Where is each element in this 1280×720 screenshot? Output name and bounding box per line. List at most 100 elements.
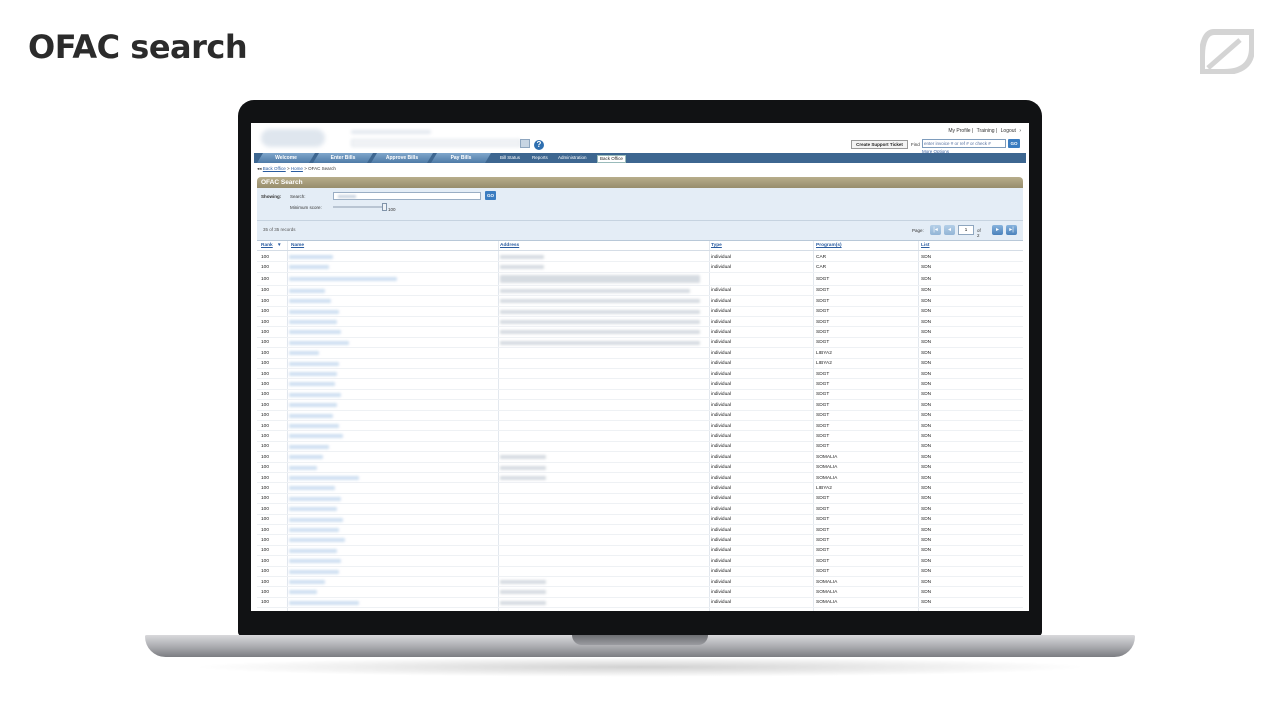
help-icon[interactable]: ?	[534, 140, 544, 150]
table-row[interactable]: 100 individual SDGT SDN	[257, 338, 1023, 349]
table-row[interactable]: 100 individual LIBYA2 SDN	[257, 483, 1023, 494]
cell-name-redacted[interactable]	[289, 277, 397, 282]
cell-name-redacted[interactable]	[289, 517, 343, 522]
table-row[interactable]: 100 individual SDGT SDN	[257, 296, 1023, 307]
cell-name-redacted[interactable]	[289, 403, 337, 408]
table-row[interactable]: 100 individual SDGT SDN	[257, 556, 1023, 567]
table-row[interactable]: 100 individual SDGT SDN	[257, 307, 1023, 317]
cell-name-redacted[interactable]	[289, 465, 317, 470]
tab-enter-bills[interactable]: Enter Bills	[313, 153, 373, 163]
header-programs[interactable]: Program(s)	[816, 243, 842, 248]
cell-name-redacted[interactable]	[289, 455, 323, 460]
nav-bill-status[interactable]: Bill Status	[500, 155, 520, 161]
min-score-slider[interactable]	[333, 206, 385, 208]
cell-name-redacted[interactable]	[289, 361, 339, 366]
cell-name-redacted[interactable]	[289, 265, 329, 270]
table-row[interactable]: 100 individual SDGT SDN	[257, 317, 1023, 328]
table-row[interactable]: 100 individual SDGT SDN	[257, 286, 1023, 297]
first-page-icon[interactable]: |◂	[930, 225, 941, 235]
table-row[interactable]: 100 individual SDGT SDN	[257, 567, 1023, 577]
nav-back-office[interactable]: Back Office	[597, 155, 626, 163]
search-go-button[interactable]: GO	[485, 191, 496, 200]
table-row[interactable]: 100 individual SDGT SDN	[257, 546, 1023, 557]
header-name[interactable]: Name	[291, 243, 304, 248]
cell-name-redacted[interactable]	[289, 590, 317, 595]
cell-name-redacted[interactable]	[289, 372, 337, 376]
header-address[interactable]: Address	[500, 243, 519, 248]
last-page-icon[interactable]: ▸|	[1006, 225, 1017, 235]
cell-name-redacted[interactable]	[289, 444, 329, 449]
table-row[interactable]: 100 SDGT SDN	[257, 273, 1023, 286]
breadcrumb-home[interactable]: Home	[291, 166, 303, 171]
tab-approve-bills[interactable]: Approve Bills	[371, 153, 433, 163]
tab-welcome[interactable]: Welcome	[257, 153, 315, 163]
tab-pay-bills[interactable]: Pay Bills	[431, 153, 491, 163]
cell-name-redacted[interactable]	[289, 569, 339, 574]
my-profile-link[interactable]: My Profile	[948, 128, 970, 134]
table-row[interactable]: 100 individual SDGT SDN	[257, 400, 1023, 411]
table-row[interactable]: 100 individual SDGT SDN	[257, 442, 1023, 453]
table-row[interactable]: 100 individual SDGT SDN	[257, 390, 1023, 401]
table-row[interactable]: 100 individual CAR SDN	[257, 252, 1023, 263]
cell-name-redacted[interactable]	[289, 351, 319, 356]
next-page-icon[interactable]: ▸	[992, 225, 1003, 235]
cell-name-redacted[interactable]	[289, 424, 339, 428]
table-row[interactable]: 100 individual CAR SDN	[257, 262, 1023, 273]
table-row[interactable]: 100 individual SDGT SDN	[257, 369, 1023, 380]
cell-name-redacted[interactable]	[289, 299, 331, 304]
breadcrumb-back-office[interactable]: Back Office	[263, 166, 286, 171]
table-row[interactable]: 100 individual SDGT SDN	[257, 515, 1023, 525]
cell-name-redacted[interactable]	[289, 413, 333, 418]
min-score-slider-handle[interactable]	[382, 203, 387, 211]
table-row[interactable]: 100 individual SOMALIA SDN	[257, 577, 1023, 588]
cell-name-redacted[interactable]	[289, 476, 359, 480]
prev-page-icon[interactable]: ◂	[944, 225, 955, 235]
cell-name-redacted[interactable]	[289, 255, 333, 259]
table-row[interactable]: 100 individual SDGT SDN	[257, 421, 1023, 432]
nav-reports[interactable]: Reports	[532, 155, 548, 161]
cell-name-redacted[interactable]	[289, 288, 325, 293]
create-support-ticket-button[interactable]: Create Support Ticket	[851, 140, 908, 149]
cell-name-redacted[interactable]	[289, 528, 339, 532]
table-row[interactable]: 100 individual SOMALIA SDN	[257, 473, 1023, 484]
table-row[interactable]: 100 individual SOMALIA SDN	[257, 463, 1023, 473]
table-row[interactable]: 100 individual SDGT SDN	[257, 535, 1023, 546]
cell-name-redacted[interactable]	[289, 559, 341, 564]
header-type[interactable]: Type	[711, 243, 722, 248]
table-row[interactable]: 100 individual SOMALIA SDN	[257, 587, 1023, 598]
cell-name-redacted[interactable]	[289, 496, 341, 501]
cell-name-redacted[interactable]	[289, 392, 341, 397]
table-row[interactable]: 100 individual LIBYA2 SDN	[257, 348, 1023, 359]
find-go-button[interactable]: GO	[1008, 139, 1020, 148]
cell-name-redacted[interactable]	[289, 340, 349, 345]
logout-link[interactable]: Logout	[1001, 128, 1016, 134]
nav-administration[interactable]: Administration	[558, 155, 587, 161]
cell-name-redacted[interactable]	[289, 382, 335, 387]
selector-dropdown-button[interactable]	[520, 139, 530, 148]
table-row[interactable]: 100 individual SOMALIA SDN	[257, 598, 1023, 609]
cell-name-redacted[interactable]	[289, 548, 337, 553]
cell-name-redacted[interactable]	[289, 309, 339, 314]
table-row[interactable]: 100 individual SDGT SDN	[257, 379, 1023, 390]
header-rank[interactable]: Rank	[261, 243, 273, 248]
table-row[interactable]: 100 individual SDGT SDN	[257, 525, 1023, 536]
search-input[interactable]	[333, 192, 481, 200]
table-row[interactable]: 100 individual LIBYA2 SDN	[257, 359, 1023, 369]
training-link[interactable]: Training	[977, 128, 995, 134]
find-input[interactable]: enter invoice # or ref # or check #	[922, 139, 1006, 148]
table-row[interactable]: 100 individual SDGT SDN	[257, 411, 1023, 421]
table-row[interactable]: 100 individual SDGT SDN	[257, 494, 1023, 505]
cell-name-redacted[interactable]	[289, 486, 335, 491]
cell-name-redacted[interactable]	[289, 580, 325, 584]
cell-name-redacted[interactable]	[289, 330, 341, 335]
page-number-input[interactable]: 1	[958, 225, 974, 235]
cell-name-redacted[interactable]	[289, 600, 359, 605]
cell-name-redacted[interactable]	[289, 538, 345, 543]
blurred-selector[interactable]	[351, 139, 521, 147]
table-row[interactable]: 100 individual SDGT SDN	[257, 504, 1023, 515]
table-row[interactable]: 100 individual SOMALIA SDN	[257, 452, 1023, 463]
cell-name-redacted[interactable]	[289, 434, 343, 439]
table-row[interactable]: 100 individual SDGT SDN	[257, 327, 1023, 338]
header-list[interactable]: List	[921, 243, 930, 248]
cell-name-redacted[interactable]	[289, 320, 337, 324]
